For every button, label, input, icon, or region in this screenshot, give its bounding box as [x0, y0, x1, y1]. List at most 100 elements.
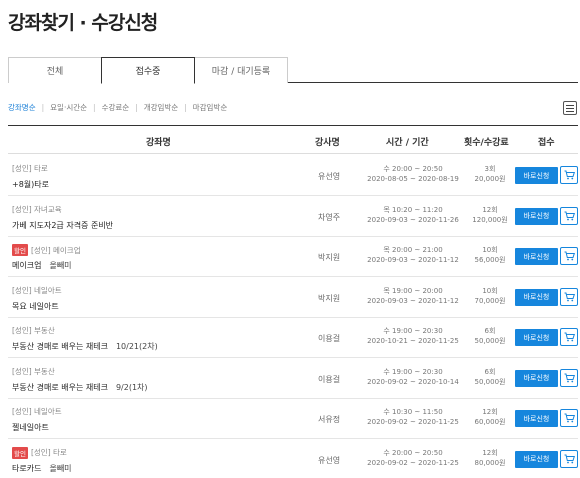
course-title[interactable]: 부동산 경매로 배우는 재테크	[12, 383, 108, 392]
course-title[interactable]: 부동산 경매로 배우는 재테크	[12, 342, 108, 351]
divider: |	[41, 103, 45, 112]
course-fee-info: 6회 50,000원	[460, 326, 520, 346]
course-name[interactable]: 부동산 경매로 배우는 재테크 10/21(2차)	[12, 341, 158, 352]
course-category: [성인] 자녀교육	[12, 204, 62, 215]
table-row: 할인 [성인] 타로타로카드 올빼미 유선영 수 20:00 ~ 20:50 2020-0…	[8, 439, 578, 478]
cart-button[interactable]	[560, 409, 578, 427]
course-category: 할인 [성인] 메이크업	[12, 244, 81, 256]
cart-button[interactable]	[560, 328, 578, 346]
apply-button[interactable]: 바로신청	[515, 329, 558, 346]
course-name[interactable]: 가베 지도자2급 자격증 준비반	[12, 220, 113, 231]
cart-icon	[564, 454, 575, 464]
cart-button[interactable]	[560, 368, 578, 387]
course-fee-info: 10회 56,000원	[460, 245, 520, 265]
apply-button[interactable]: 바로신청	[515, 410, 558, 427]
table-row: [성인] 네일아트 목요 네일아트 박지원 목 19:00 ~ 20:00 2020-0…	[8, 277, 578, 318]
course-fee: 20,000원	[474, 175, 506, 183]
instructor: 유선영	[318, 172, 341, 181]
course-title[interactable]: 타로카드	[12, 464, 41, 473]
discount-badge: 할인	[12, 244, 28, 256]
course-schedule: 목 20:00 ~ 21:00 2020-09-03 ~ 2020-11-12	[364, 245, 462, 265]
cart-icon	[564, 292, 575, 302]
table-row: [성인] 네일아트 젤네일아트 서유정 수 10:30 ~ 11:50 2020-09-…	[8, 398, 578, 439]
course-subtitle: 올빼미	[49, 463, 72, 473]
session-count: 12회	[482, 448, 498, 457]
cart-button[interactable]	[560, 287, 578, 306]
course-category: 할인 [성인] 타로	[12, 446, 67, 459]
session-count: 6회	[484, 327, 496, 335]
course-category: [성인] 네일아트	[12, 285, 62, 296]
divider: |	[93, 103, 96, 112]
instructor: 이용걸	[318, 374, 341, 384]
cart-button[interactable]	[560, 247, 578, 265]
course-subtitle: 9/2(1차)	[115, 382, 148, 392]
course-time: 목 20:00 ~ 21:00	[383, 246, 443, 254]
course-schedule: 수 10:30 ~ 11:50 2020-09-02 ~ 2020-11-25	[364, 407, 462, 427]
course-name[interactable]: 부동산 경매로 배우는 재테크 9/2(1차)	[12, 382, 148, 393]
cart-button[interactable]	[560, 449, 578, 468]
cart-button[interactable]	[560, 166, 578, 184]
list-view-button[interactable]	[563, 101, 577, 115]
instructor: 박지원	[318, 293, 341, 303]
course-period: 2020-09-03 ~ 2020-11-12	[367, 296, 459, 305]
sort-by-name[interactable]: 강좌명순	[8, 102, 36, 113]
course-title[interactable]: 젤네일아트	[12, 423, 49, 432]
course-subtitle: 10/21(2차)	[115, 342, 158, 351]
cart-icon	[564, 413, 575, 423]
category-label: [성인] 메이크업	[30, 245, 81, 255]
course-title[interactable]: 목요 네일아트	[12, 302, 59, 311]
course-fee: 50,000원	[474, 377, 506, 386]
course-time: 수 19:00 ~ 20:30	[383, 367, 443, 376]
cart-icon	[564, 211, 575, 221]
tab-all[interactable]: 전체	[8, 57, 102, 83]
tab-closed[interactable]: 마감 / 대기등록	[194, 57, 288, 83]
sort-by-time[interactable]: 요일·시간순	[50, 102, 87, 113]
sort-by-fee[interactable]: 수강료순	[102, 102, 130, 113]
course-fee: 120,000원	[472, 215, 508, 224]
sort-by-start[interactable]: 개강임박순	[144, 102, 179, 113]
course-fee-info: 6회 50,000원	[460, 367, 520, 387]
course-name[interactable]: +8월)타로	[12, 179, 49, 190]
table-row: [성인] 부동산 부동산 경매로 배우는 재테크 10/21(2차) 이용걸 수 19:…	[8, 317, 578, 358]
course-period: 2020-09-03 ~ 2020-11-12	[367, 256, 459, 264]
divider: |	[184, 103, 187, 112]
course-schedule: 수 19:00 ~ 20:30 2020-10-21 ~ 2020-11-25	[364, 326, 462, 346]
course-period: 2020-09-03 ~ 2020-11-26	[367, 215, 459, 224]
cart-button[interactable]	[560, 206, 578, 225]
col-time: 시간 / 기간	[386, 138, 429, 148]
course-fee: 80,000원	[474, 458, 506, 467]
category-label: [성인] 부동산	[12, 326, 55, 335]
apply-button[interactable]: 바로신청	[515, 369, 558, 387]
instructor: 유선영	[318, 455, 341, 465]
course-subtitle: 올빼미	[49, 261, 72, 270]
course-title[interactable]: 가베 지도자2급 자격증 준비반	[12, 221, 113, 230]
menu-icon	[566, 104, 574, 106]
course-name[interactable]: 목요 네일아트	[12, 301, 59, 312]
apply-button[interactable]: 바로신청	[515, 248, 558, 265]
apply-button[interactable]: 바로신청	[515, 207, 558, 225]
apply-button[interactable]: 바로신청	[515, 288, 558, 306]
course-category: [성인] 부동산	[12, 325, 55, 336]
tab-open[interactable]: 접수중	[101, 57, 195, 84]
apply-button[interactable]: 바로신청	[515, 450, 558, 468]
page-title: 강좌찾기 · 수강신청	[8, 12, 158, 34]
apply-button[interactable]: 바로신청	[515, 167, 558, 184]
col-apply: 접수	[538, 138, 555, 148]
course-period: 2020-08-05 ~ 2020-08-19	[367, 175, 459, 183]
sort-by-deadline[interactable]: 마감임박순	[193, 102, 228, 113]
table-row: [성인] 부동산 부동산 경매로 배우는 재테크 9/2(1차) 이용걸 수 19:00…	[8, 358, 578, 399]
course-title[interactable]: 메이크업	[12, 261, 41, 270]
course-name[interactable]: 메이크업 올빼미	[12, 260, 72, 271]
cart-icon	[564, 373, 575, 383]
course-time: 목 10:20 ~ 11:20	[383, 205, 443, 214]
course-name[interactable]: 젤네일아트	[12, 422, 49, 433]
course-period: 2020-09-02 ~ 2020-11-25	[367, 458, 459, 467]
course-name[interactable]: 타로카드 올빼미	[12, 463, 72, 474]
course-time: 수 10:30 ~ 11:50	[383, 408, 443, 416]
course-period: 2020-10-21 ~ 2020-11-25	[367, 337, 459, 345]
session-count: 10회	[482, 246, 498, 254]
course-schedule: 수 20:00 ~ 20:50 2020-09-02 ~ 2020-11-25	[364, 448, 462, 468]
table-header: 강좌명 강사명 시간 / 기간 횟수/수강료 접수	[8, 125, 578, 154]
course-schedule: 목 10:20 ~ 11:20 2020-09-03 ~ 2020-11-26	[364, 205, 462, 225]
course-title[interactable]: +8월)타로	[12, 180, 49, 189]
